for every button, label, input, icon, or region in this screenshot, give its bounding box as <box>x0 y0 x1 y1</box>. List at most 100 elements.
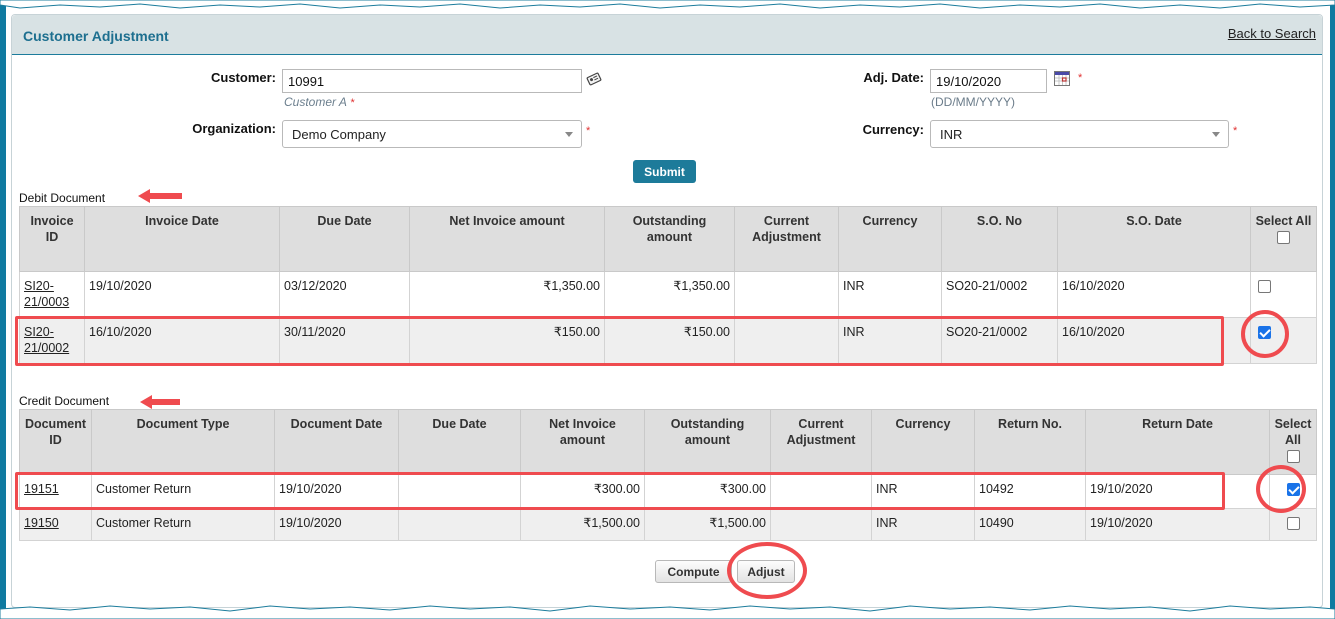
due-date-cell: 30/11/2020 <box>279 317 410 364</box>
document-id-cell: 19151 <box>19 474 92 509</box>
currency-select[interactable]: INR <box>930 120 1229 148</box>
currency-value: INR <box>940 127 963 142</box>
submit-button[interactable]: Submit <box>633 160 696 183</box>
due-date-cell: 03/12/2020 <box>279 271 410 318</box>
outstanding-cell: ₹150.00 <box>604 317 735 364</box>
table-row: SI20-21/0003 19/10/2020 03/12/2020 ₹1,35… <box>19 271 1317 318</box>
net-amount-cell: ₹150.00 <box>409 317 605 364</box>
organization-label: Organization: <box>192 121 276 136</box>
current-adjustment-cell <box>770 508 872 541</box>
invoice-id-link[interactable]: SI20-21/0002 <box>24 325 69 355</box>
invoice-id-cell: SI20-21/0002 <box>19 317 85 364</box>
chevron-down-icon <box>565 132 573 137</box>
column-header: Document Date <box>274 409 399 475</box>
currency-label: Currency: <box>862 122 924 137</box>
outstanding-cell: ₹300.00 <box>644 474 771 509</box>
invoice-date-cell: 19/10/2020 <box>84 271 280 318</box>
select-cell <box>1269 508 1317 541</box>
document-date-cell: 19/10/2020 <box>274 508 399 541</box>
address-card-icon[interactable] <box>586 72 602 89</box>
column-header: Invoice Date <box>84 206 280 272</box>
row-select-checkbox[interactable] <box>1286 483 1300 497</box>
customer-label: Customer: <box>210 70 276 85</box>
currency-cell: INR <box>871 508 975 541</box>
select-all-label: Select All <box>1274 417 1312 447</box>
credit-document-label: Credit Document <box>19 394 110 408</box>
return-date-cell: 19/10/2020 <box>1085 474 1270 509</box>
net-amount-cell: ₹300.00 <box>520 474 645 509</box>
table-header-row: Invoice ID Invoice Date Due Date Net Inv… <box>19 206 1317 272</box>
outstanding-cell: ₹1,500.00 <box>644 508 771 541</box>
column-header: Return Date <box>1085 409 1270 475</box>
chevron-down-icon <box>1212 132 1220 137</box>
customer-adjustment-panel: Customer Adjustment Back to Search Custo… <box>11 14 1323 608</box>
column-header: Return No. <box>974 409 1086 475</box>
table-header-row: Document ID Document Type Document Date … <box>19 409 1317 475</box>
row-select-checkbox[interactable] <box>1286 517 1300 531</box>
required-mark: * <box>1233 125 1238 137</box>
debit-document-table: Invoice ID Invoice Date Due Date Net Inv… <box>19 206 1317 364</box>
select-all-header: Select All <box>1269 409 1317 475</box>
customer-name-text: Customer A <box>284 95 347 109</box>
return-no-cell: 10490 <box>974 508 1086 541</box>
select-all-checkbox[interactable] <box>1277 231 1290 245</box>
required-mark: * <box>1078 72 1083 84</box>
select-all-checkbox[interactable] <box>1286 450 1300 464</box>
customer-name: Customer A * <box>284 94 355 109</box>
date-format-hint: (DD/MM/YYYY) <box>931 95 1015 109</box>
column-header: Outstanding amount <box>604 206 735 272</box>
so-date-cell: 16/10/2020 <box>1057 317 1251 364</box>
outstanding-cell: ₹1,350.00 <box>604 271 735 318</box>
due-date-cell <box>398 508 521 541</box>
window-frame-left <box>0 0 6 619</box>
column-header: Currency <box>871 409 975 475</box>
column-header: Currency <box>838 206 942 272</box>
column-header: Document Type <box>91 409 275 475</box>
column-header: Due Date <box>279 206 410 272</box>
so-no-cell: SO20-21/0002 <box>941 317 1058 364</box>
currency-cell: INR <box>838 271 942 318</box>
document-type-cell: Customer Return <box>91 474 275 509</box>
row-select-checkbox[interactable] <box>1258 326 1271 340</box>
due-date-cell <box>398 474 521 509</box>
invoice-date-cell: 16/10/2020 <box>84 317 280 364</box>
column-header: Due Date <box>398 409 521 475</box>
document-id-cell: 19150 <box>19 508 92 541</box>
compute-button[interactable]: Compute <box>655 560 732 583</box>
select-all-header: Select All <box>1250 206 1317 272</box>
row-select-checkbox[interactable] <box>1258 280 1271 294</box>
organization-select[interactable]: Demo Company <box>282 120 582 148</box>
invoice-id-cell: SI20-21/0003 <box>19 271 85 318</box>
adj-date-input[interactable]: 19/10/2020 <box>930 69 1047 93</box>
select-cell <box>1269 474 1317 509</box>
document-id-link[interactable]: 19150 <box>24 516 59 530</box>
column-header: Net Invoice amount <box>520 409 645 475</box>
return-no-cell: 10492 <box>974 474 1086 509</box>
column-header: Net Invoice amount <box>409 206 605 272</box>
required-mark: * <box>350 97 355 109</box>
required-mark: * <box>586 125 591 137</box>
currency-cell: INR <box>871 474 975 509</box>
document-id-link[interactable]: 19151 <box>24 482 59 496</box>
document-type-cell: Customer Return <box>91 508 275 541</box>
return-date-cell: 19/10/2020 <box>1085 508 1270 541</box>
current-adjustment-cell <box>734 271 839 318</box>
customer-input[interactable]: 10991 <box>282 69 582 93</box>
back-to-search-link[interactable]: Back to Search <box>1228 26 1316 41</box>
table-row: 19151 Customer Return 19/10/2020 ₹300.00… <box>19 474 1317 509</box>
select-cell <box>1250 271 1317 318</box>
adjust-button[interactable]: Adjust <box>737 560 795 583</box>
invoice-id-link[interactable]: SI20-21/0003 <box>24 279 69 309</box>
calendar-icon[interactable] <box>1054 71 1070 89</box>
current-adjustment-cell <box>770 474 872 509</box>
torn-edge-bottom <box>0 605 1335 619</box>
select-cell <box>1250 317 1317 364</box>
column-header: Current Adjustment <box>770 409 872 475</box>
current-adjustment-cell <box>734 317 839 364</box>
column-header: Outstanding amount <box>644 409 771 475</box>
credit-document-table: Document ID Document Type Document Date … <box>19 409 1317 541</box>
so-no-cell: SO20-21/0002 <box>941 271 1058 318</box>
panel-header: Customer Adjustment Back to Search <box>12 15 1322 55</box>
column-header: Document ID <box>19 409 92 475</box>
table-row: SI20-21/0002 16/10/2020 30/11/2020 ₹150.… <box>19 317 1317 364</box>
